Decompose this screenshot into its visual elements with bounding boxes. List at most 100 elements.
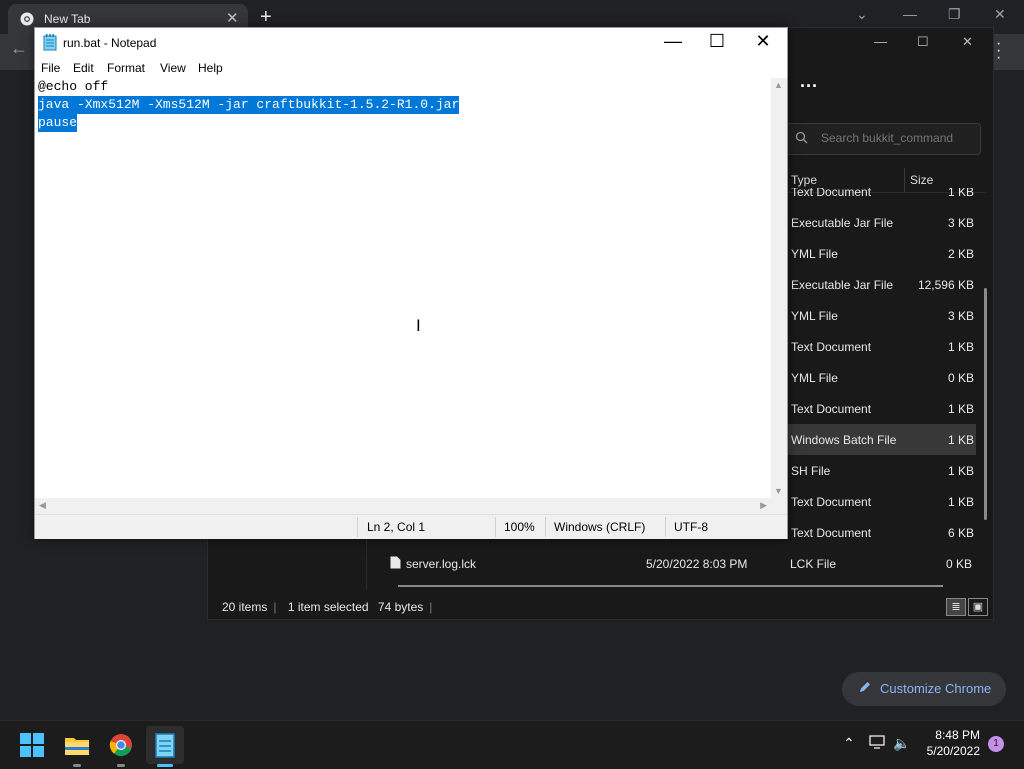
cursor-position: Ln 2, Col 1 xyxy=(367,520,426,534)
table-row[interactable]: YML File 2 KB xyxy=(786,238,976,269)
notification-badge[interactable]: 1 xyxy=(988,736,1004,752)
volume-icon[interactable]: 🔈 xyxy=(893,735,910,752)
row-type: YML File xyxy=(791,247,838,261)
start-windows-icon[interactable] xyxy=(16,729,48,761)
text-line-selected: java -Xmx512M -Xms512M -jar craftbukkit-… xyxy=(38,96,460,114)
row-size: 12,596 KB xyxy=(917,278,974,292)
table-row[interactable]: Executable Jar File 3 KB xyxy=(786,207,976,238)
row-size: 1 KB xyxy=(947,433,974,447)
row-size: 3 KB xyxy=(947,309,974,323)
minimize-button[interactable]: — xyxy=(653,31,693,52)
notepad-icon xyxy=(43,34,57,56)
more-options-icon[interactable]: ··· xyxy=(800,76,818,97)
table-row[interactable]: server.log.lck 5/20/2022 8:03 PM LCK Fil… xyxy=(378,548,986,579)
column-size[interactable]: Size xyxy=(910,173,933,187)
row-type: YML File xyxy=(791,309,838,323)
scroll-down-icon[interactable]: ▼ xyxy=(774,486,783,496)
clock[interactable]: 8:48 PM 5/20/2022 xyxy=(918,727,980,759)
tiles-view-icon[interactable]: ▣ xyxy=(968,598,988,616)
menu-edit[interactable]: Edit xyxy=(73,61,94,75)
network-icon[interactable] xyxy=(869,735,886,752)
scroll-right-icon[interactable]: ▶ xyxy=(760,500,767,511)
window-title: run.bat - Notepad xyxy=(63,36,157,50)
running-indicator xyxy=(73,764,81,767)
clock-date: 5/20/2022 xyxy=(926,744,980,758)
taskbar: ⌃ 🔈 8:48 PM 5/20/2022 1 xyxy=(0,720,1024,769)
item-count: 20 items xyxy=(222,600,268,614)
menu-view[interactable]: View xyxy=(160,61,186,75)
table-row-selected[interactable]: Windows Batch File 1 KB xyxy=(786,424,976,455)
details-view-icon[interactable]: ≣ xyxy=(946,598,966,616)
table-row[interactable]: SH File 1 KB xyxy=(786,455,976,486)
table-row[interactable]: YML File 3 KB xyxy=(786,300,976,331)
row-size: 1 KB xyxy=(947,402,974,416)
row-size: 0 KB xyxy=(945,557,972,571)
vertical-scrollbar[interactable] xyxy=(984,288,987,520)
scroll-left-icon[interactable]: ◀ xyxy=(39,500,46,511)
horizontal-scrollbar[interactable] xyxy=(398,585,943,587)
close-button[interactable]: ✕ xyxy=(743,31,783,52)
row-size: 6 KB xyxy=(947,526,974,540)
table-row[interactable]: YML File 0 KB xyxy=(786,362,976,393)
search-input[interactable] xyxy=(819,130,973,146)
row-size: 1 KB xyxy=(947,188,974,199)
chrome-taskbar-icon[interactable] xyxy=(105,729,137,761)
row-type: Windows Batch File xyxy=(791,433,897,447)
row-size: 0 KB xyxy=(947,371,974,385)
row-type: Executable Jar File xyxy=(791,216,894,230)
scroll-up-icon[interactable]: ▲ xyxy=(774,80,783,90)
search-icon xyxy=(795,131,808,147)
notepad-window: run.bat - Notepad — ☐ ✕ File Edit Format… xyxy=(34,27,788,539)
menu-help[interactable]: Help xyxy=(198,61,223,75)
customize-chrome-button[interactable]: Customize Chrome xyxy=(842,672,1006,706)
maximize-button[interactable]: ☐ xyxy=(697,31,737,52)
zoom-level: 100% xyxy=(504,520,535,534)
vertical-scrollbar[interactable]: ▲ ▼ xyxy=(771,78,787,498)
new-tab-button[interactable]: + xyxy=(260,6,272,29)
scrollbar-corner xyxy=(771,498,787,514)
table-row[interactable]: Text Document 1 KB xyxy=(786,331,976,362)
show-hidden-icons-icon[interactable]: ⌃ xyxy=(843,735,855,752)
text-line: @echo off xyxy=(38,79,109,94)
explorer-search-box[interactable] xyxy=(786,123,981,155)
horizontal-scrollbar[interactable]: ◀ ▶ xyxy=(35,498,771,514)
tab-search-icon[interactable]: ⌄ xyxy=(856,6,868,23)
text-line-selected: pause xyxy=(38,114,78,132)
selection-count: 1 item selected xyxy=(287,600,369,614)
notepad-taskbar-icon[interactable] xyxy=(146,726,184,764)
chrome-minimize-button[interactable]: — xyxy=(903,6,917,22)
table-row[interactable]: Text Document 1 KB xyxy=(786,393,976,424)
explorer-maximize-button[interactable]: ☐ xyxy=(917,34,929,50)
close-tab-icon[interactable]: ✕ xyxy=(226,9,239,27)
row-type: LCK File xyxy=(790,557,837,571)
notepad-titlebar: run.bat - Notepad — ☐ ✕ xyxy=(35,28,787,58)
table-row[interactable]: Text Document 1 KB xyxy=(786,486,976,517)
table-row[interactable]: Executable Jar File 12,596 KB xyxy=(786,269,976,300)
explorer-status-bar: 20 items | 1 item selected 74 bytes | xyxy=(222,600,433,614)
row-type: Text Document xyxy=(791,340,872,354)
text-cursor-icon: I xyxy=(416,316,421,335)
column-type[interactable]: Type xyxy=(791,173,817,187)
file-explorer-icon[interactable] xyxy=(61,729,93,761)
status-divider xyxy=(545,517,546,537)
chrome-close-button[interactable]: ✕ xyxy=(994,6,1006,23)
chrome-restore-button[interactable]: ❐ xyxy=(948,6,961,23)
text-editor[interactable]: @echo off java -Xmx512M -Xms512M -jar cr… xyxy=(35,78,771,498)
status-divider xyxy=(665,517,666,537)
menu-format[interactable]: Format xyxy=(107,61,145,75)
status-divider xyxy=(357,517,358,537)
explorer-minimize-button[interactable]: — xyxy=(874,34,887,49)
chrome-tab-title: New Tab xyxy=(44,12,91,26)
notepad-status-bar: Ln 2, Col 1 100% Windows (CRLF) UTF-8 xyxy=(35,514,787,539)
status-divider xyxy=(495,517,496,537)
menu-file[interactable]: File xyxy=(41,61,60,75)
chrome-menu-icon[interactable]: · · · xyxy=(996,36,1001,66)
running-indicator xyxy=(117,764,125,767)
row-name: server.log.lck xyxy=(406,557,477,571)
row-size: 1 KB xyxy=(947,464,974,478)
table-row[interactable]: Text Document 1 KB xyxy=(786,188,976,199)
back-arrow-icon[interactable]: ← xyxy=(10,38,28,59)
row-type: YML File xyxy=(791,371,838,385)
explorer-close-button[interactable]: ✕ xyxy=(962,34,973,50)
table-row[interactable]: Text Document 6 KB xyxy=(786,517,976,548)
